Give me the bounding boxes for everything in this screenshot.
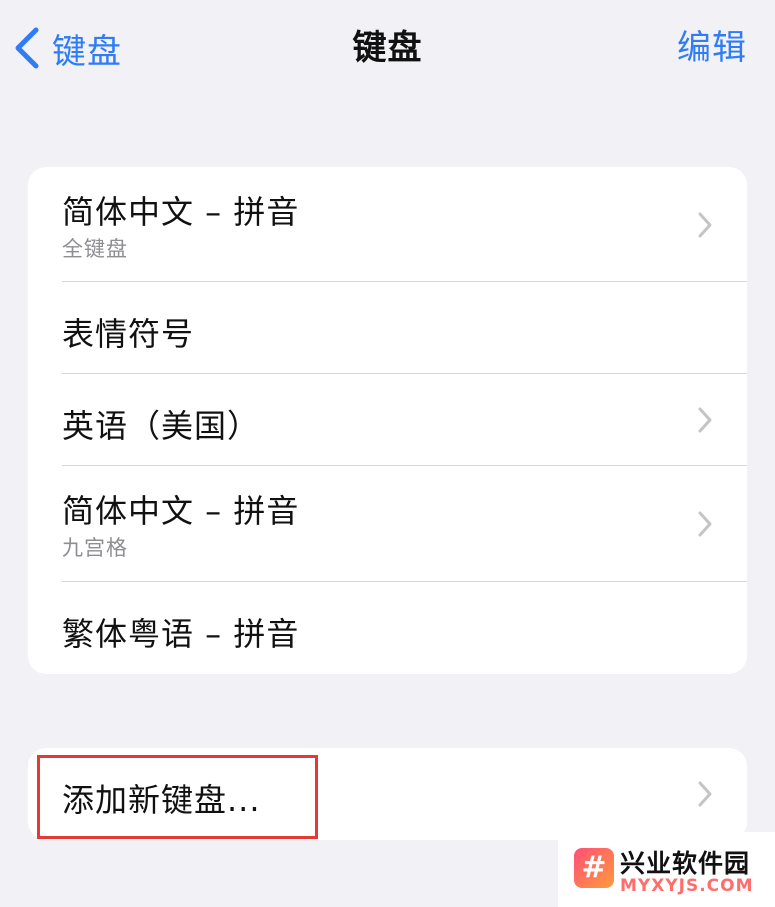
edit-button[interactable]: 编辑 (677, 24, 747, 72)
chevron-right-icon (698, 212, 712, 238)
keyboard-item-cantonese-pinyin[interactable]: 繁体粤语 – 拼音 (28, 582, 747, 674)
keyboard-item-subtitle: 九宫格 (62, 536, 128, 560)
keyboard-item-title: 简体中文 – 拼音 (62, 492, 300, 530)
keyboard-list: 简体中文 – 拼音 全键盘 表情符号 英语（美国） 简体中文 – 拼音 九宫格 … (28, 167, 747, 674)
keyboard-item-title: 简体中文 – 拼音 (62, 193, 300, 231)
chevron-right-icon (698, 781, 712, 807)
keyboard-item-english-us[interactable]: 英语（美国） (28, 374, 747, 466)
keyboard-item-pinyin-full[interactable]: 简体中文 – 拼音 全键盘 (28, 167, 747, 282)
watermark: # 兴业软件园 MYXYJS.COM (558, 832, 775, 907)
chevron-right-icon (698, 511, 712, 537)
watermark-subtitle: MYXYJS.COM (620, 876, 754, 896)
keyboard-settings-screen: { "nav": { "back_label": "键盘", "title": … (0, 0, 775, 907)
chevron-right-icon (698, 407, 712, 433)
page-title: 键盘 (352, 28, 423, 68)
keyboard-item-subtitle: 全键盘 (62, 237, 128, 261)
watermark-logo: # (574, 848, 614, 888)
keyboard-item-title: 繁体粤语 – 拼音 (62, 615, 300, 653)
watermark-title: 兴业软件园 (620, 849, 751, 878)
keyboard-item-pinyin-9key[interactable]: 简体中文 – 拼音 九宫格 (28, 466, 747, 582)
keyboard-item-emoji[interactable]: 表情符号 (28, 282, 747, 374)
keyboard-item-title: 英语（美国） (62, 407, 261, 445)
navigation-bar: 键盘 键盘 编辑 (0, 0, 775, 96)
keyboard-item-title: 表情符号 (62, 315, 195, 353)
highlight-annotation-box (37, 755, 318, 839)
